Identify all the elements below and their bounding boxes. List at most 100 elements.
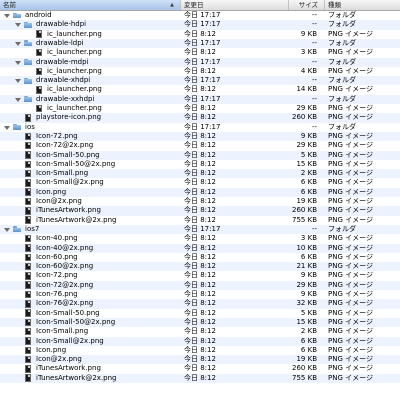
name-cell: ios7 xyxy=(0,225,181,234)
file-row[interactable]: Icon-72@2x.png 今日 8:12 29 KB PNG イメージ xyxy=(0,280,400,290)
disclosure-triangle-icon[interactable] xyxy=(15,95,21,104)
modified-date: 今日 8:12 xyxy=(184,141,216,150)
column-header-size[interactable]: サイズ xyxy=(289,0,325,10)
modified-date: 今日 8:12 xyxy=(184,66,216,75)
file-size: 5 KB xyxy=(300,308,317,317)
file-size: 2 KB xyxy=(300,327,317,336)
modified-date: 今日 8:12 xyxy=(184,280,216,289)
file-row[interactable]: Icon-Small-50@2x.png 今日 8:12 15 KB PNG イメージ xyxy=(0,160,400,169)
modified-date: 今日 8:12 xyxy=(184,299,216,308)
file-row[interactable]: playstore-icon.png 今日 8:12 260 KB PNG イメージ xyxy=(0,113,400,123)
file-row[interactable]: Icon-72.png 今日 8:12 9 KB PNG イメージ xyxy=(0,131,400,142)
file-row[interactable]: Icon.png 今日 8:12 6 KB PNG イメージ xyxy=(0,346,400,355)
file-row[interactable]: iTunesArtwork@2x.png 今日 8:12 755 KB PNG イメー… xyxy=(0,216,400,225)
file-row[interactable]: Icon-Small.png 今日 8:12 2 KB PNG イメージ xyxy=(0,327,400,336)
file-row[interactable]: iTunesArtwork.png 今日 8:12 260 KB PNG イメージ xyxy=(0,206,400,216)
png-file-icon xyxy=(25,337,31,345)
file-kind: PNG イメージ xyxy=(328,336,373,345)
file-size: -- xyxy=(311,11,317,19)
png-file-icon xyxy=(25,374,31,382)
modified-date: 今日 17:17 xyxy=(184,57,221,66)
item-name: ic_launcher.png xyxy=(47,104,102,112)
file-row[interactable]: ic_launcher.png 今日 8:12 29 KB PNG イメージ xyxy=(0,104,400,113)
file-size: 3 KB xyxy=(300,48,317,57)
folder-icon xyxy=(24,40,32,47)
file-row[interactable]: Icon-76@2x.png 今日 8:12 32 KB PNG イメージ xyxy=(0,299,400,309)
file-size: -- xyxy=(311,76,317,85)
file-row[interactable]: Icon-Small@2x.png 今日 8:12 6 KB PNG イメージ xyxy=(0,336,400,346)
file-kind: PNG イメージ xyxy=(328,373,373,382)
file-row[interactable]: ic_launcher.png 今日 8:12 14 KB PNG イメージ xyxy=(0,85,400,94)
file-kind: PNG イメージ xyxy=(328,48,373,57)
modified-date: 今日 8:12 xyxy=(184,113,216,122)
file-row[interactable]: Icon-72@2x.png 今日 8:12 29 KB PNG イメージ xyxy=(0,141,400,150)
file-kind: PNG イメージ xyxy=(328,178,373,187)
folder-row[interactable]: ios 今日 17:17 -- フォルダ xyxy=(0,123,400,132)
file-size: 32 KB xyxy=(296,299,317,308)
disclosure-triangle-icon[interactable] xyxy=(15,39,21,48)
png-file-icon xyxy=(25,188,31,196)
item-name: playstore-icon.png xyxy=(36,113,102,122)
file-size: 260 KB xyxy=(292,206,317,215)
folder-row[interactable]: drawable-hdpi 今日 17:17 -- フォルダ xyxy=(0,20,400,30)
folder-row[interactable]: drawable-ldpi 今日 17:17 -- フォルダ xyxy=(0,38,400,49)
file-row[interactable]: Icon-Small.png 今日 8:12 2 KB PNG イメージ xyxy=(0,169,400,179)
folder-row[interactable]: android 今日 17:17 -- フォルダ xyxy=(0,11,400,20)
folder-row[interactable]: drawable-xxhdpi 今日 17:17 -- フォルダ xyxy=(0,94,400,104)
file-row[interactable]: Icon-Small@2x.png 今日 8:12 6 KB PNG イメージ xyxy=(0,178,400,187)
png-file-icon xyxy=(25,197,31,206)
file-row[interactable]: Icon-76.png 今日 8:12 9 KB PNG イメージ xyxy=(0,290,400,299)
file-kind: PNG イメージ xyxy=(328,243,373,252)
modified-date: 今日 8:12 xyxy=(184,327,216,336)
modified-date: 今日 8:12 xyxy=(184,215,216,224)
file-row[interactable]: Icon-40@2x.png 今日 8:12 10 KB PNG イメージ xyxy=(0,243,400,253)
png-file-icon xyxy=(25,365,31,373)
column-header-kind[interactable]: 種類 xyxy=(325,0,400,10)
name-cell: iTunesArtwork@2x.png xyxy=(0,374,181,383)
file-row[interactable]: Icon@2x.png 今日 8:12 19 KB PNG イメージ xyxy=(0,355,400,365)
disclosure-triangle-icon[interactable] xyxy=(15,20,21,29)
png-file-icon xyxy=(25,216,31,224)
png-file-icon xyxy=(36,67,42,76)
file-row[interactable]: Icon-Small-50@2x.png 今日 8:12 15 KB PNG イメージ xyxy=(0,317,400,328)
modified-date: 今日 8:12 xyxy=(184,131,216,140)
column-header-name[interactable]: 名前 ▲ xyxy=(0,0,181,10)
file-row[interactable]: Icon-60.png 今日 8:12 6 KB PNG イメージ xyxy=(0,253,400,262)
item-name: ic_launcher.png xyxy=(47,85,102,94)
folder-icon xyxy=(24,96,32,103)
file-row[interactable]: Icon-60@2x.png 今日 8:12 21 KB PNG イメージ xyxy=(0,262,400,272)
file-row[interactable]: iTunesArtwork.png 今日 8:12 260 KB PNG イメージ xyxy=(0,364,400,373)
column-header-size-label: サイズ xyxy=(298,1,318,9)
file-size: 19 KB xyxy=(296,197,317,205)
file-row[interactable]: ic_launcher.png 今日 8:12 3 KB PNG イメージ xyxy=(0,48,400,57)
file-row[interactable]: Icon-72.png 今日 8:12 9 KB PNG イメージ xyxy=(0,271,400,280)
file-row[interactable]: iTunesArtwork@2x.png 今日 8:12 755 KB PNG イメー… xyxy=(0,373,400,383)
name-cell: Icon-Small-50.png xyxy=(0,309,181,318)
file-row[interactable]: Icon@2x.png 今日 8:12 19 KB PNG イメージ xyxy=(0,197,400,206)
disclosure-triangle-icon[interactable] xyxy=(15,76,21,85)
png-file-icon xyxy=(25,318,31,327)
disclosure-triangle-icon[interactable] xyxy=(4,225,10,234)
file-row[interactable]: Icon.png 今日 8:12 6 KB PNG イメージ xyxy=(0,187,400,197)
file-size: -- xyxy=(311,122,317,131)
file-row[interactable]: ic_launcher.png 今日 8:12 9 KB PNG イメージ xyxy=(0,30,400,39)
file-row[interactable]: Icon-Small-50.png 今日 8:12 5 KB PNG イメージ xyxy=(0,309,400,318)
modified-date: 今日 17:17 xyxy=(184,11,221,19)
folder-row[interactable]: drawable-mdpi 今日 17:17 -- フォルダ xyxy=(0,57,400,67)
file-row[interactable]: Icon-Small-50.png 今日 8:12 5 KB PNG イメージ xyxy=(0,150,400,160)
item-name: Icon-60@2x.png xyxy=(36,262,94,271)
disclosure-triangle-icon[interactable] xyxy=(4,123,10,132)
folder-row[interactable]: drawable-xhdpi 今日 17:17 -- フォルダ xyxy=(0,76,400,86)
disclosure-triangle-icon[interactable] xyxy=(15,58,21,67)
column-header-date[interactable]: 変更日 xyxy=(181,0,289,10)
folder-row[interactable]: ios7 今日 17:17 -- フォルダ xyxy=(0,224,400,235)
png-file-icon xyxy=(25,281,31,289)
file-row[interactable]: Icon-40.png 今日 8:12 3 KB PNG イメージ xyxy=(0,234,400,243)
file-kind: フォルダ xyxy=(328,122,356,131)
modified-date: 今日 8:12 xyxy=(184,48,216,57)
name-cell: iTunesArtwork@2x.png xyxy=(0,216,181,225)
file-row[interactable]: ic_launcher.png 今日 8:12 4 KB PNG イメージ xyxy=(0,67,400,76)
disclosure-triangle-icon[interactable] xyxy=(4,11,10,20)
modified-date: 今日 8:12 xyxy=(184,85,216,94)
modified-date: 今日 17:17 xyxy=(184,224,221,233)
